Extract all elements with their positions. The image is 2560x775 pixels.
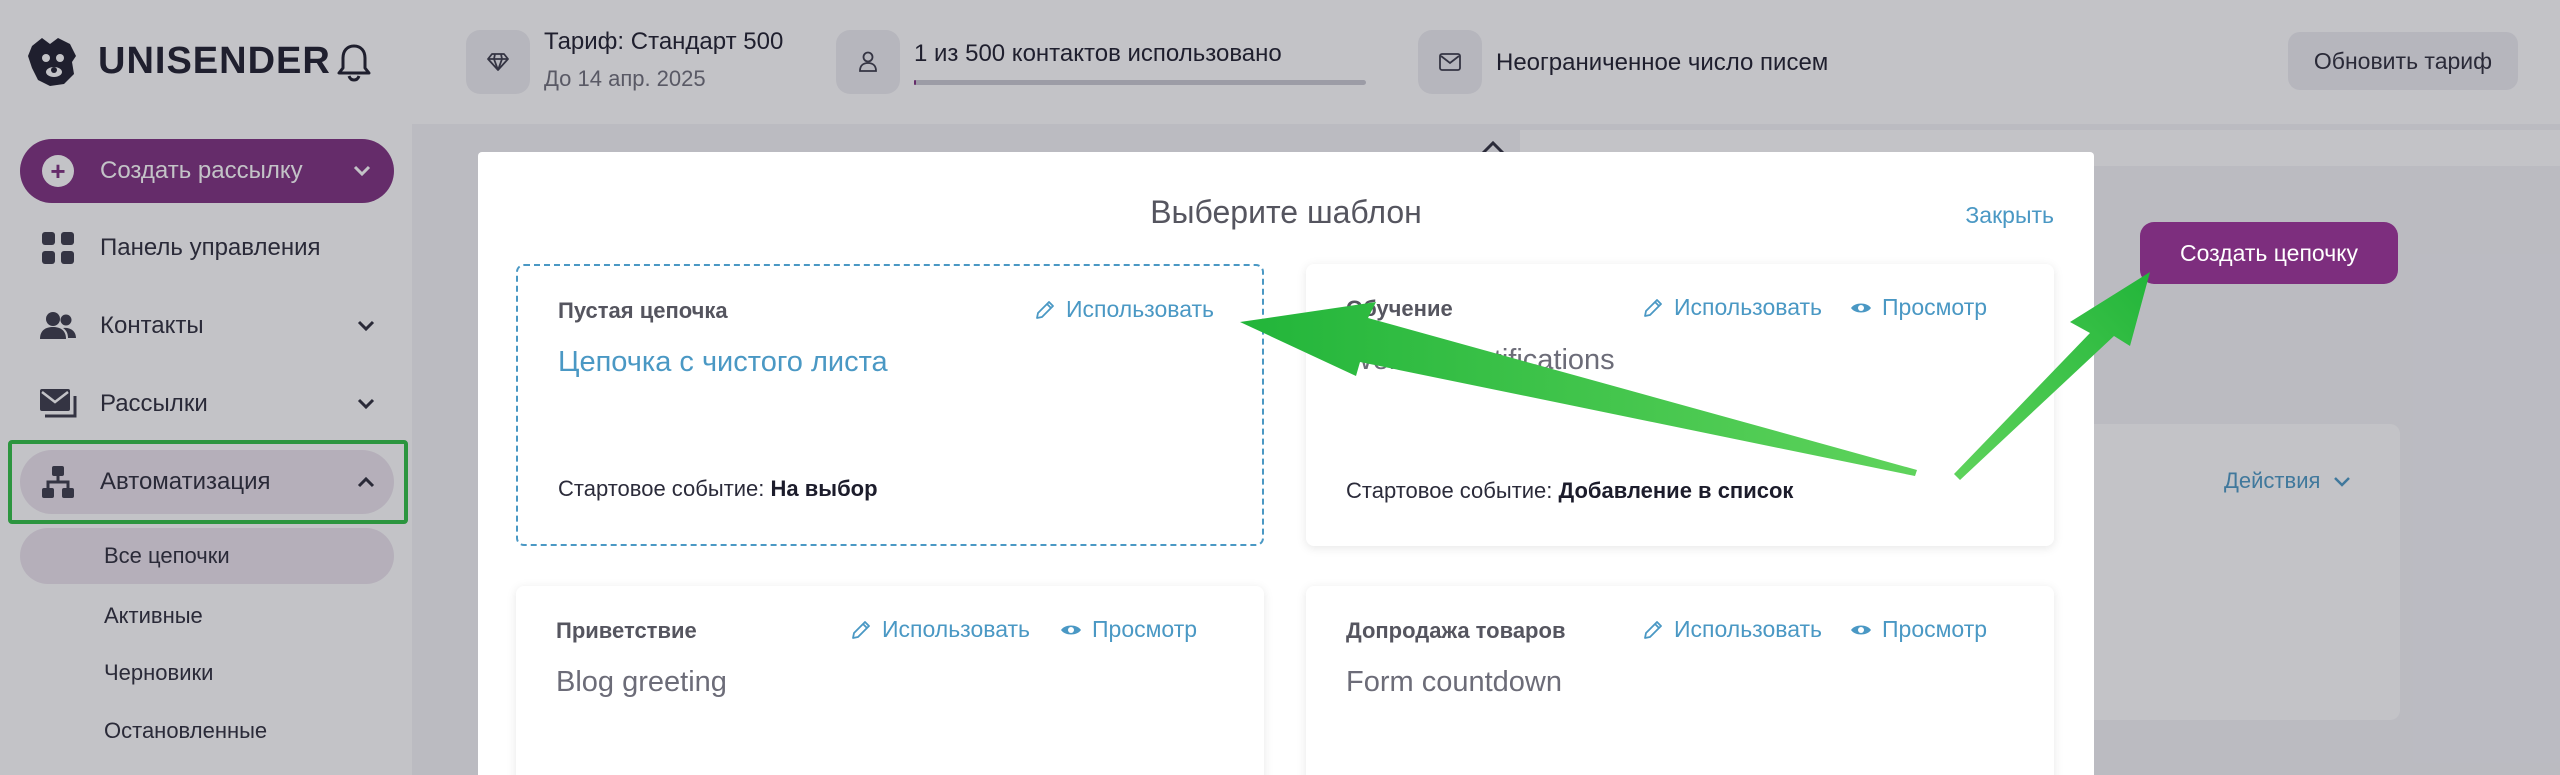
event-prefix: Стартовое событие:	[1346, 478, 1553, 503]
card-title: Webinar notifications	[1346, 344, 1615, 376]
card-title[interactable]: Цепочка с чистого листа	[558, 346, 888, 379]
use-label: Использовать	[882, 616, 1031, 642]
use-template-button[interactable]: Использовать	[1642, 294, 1822, 321]
preview-template-button[interactable]: Просмотр	[1850, 616, 1987, 643]
template-card-empty[interactable]: Пустая цепочка Использовать Цепочка с чи…	[516, 264, 1264, 546]
use-template-button[interactable]: Использовать	[1034, 296, 1214, 323]
eye-icon	[1061, 625, 1081, 634]
use-label: Использовать	[1674, 616, 1823, 642]
preview-label: Просмотр	[1882, 294, 1988, 320]
card-start-event: Стартовое событие: Добавление в список	[1346, 478, 1793, 504]
card-title: Blog greeting	[556, 666, 727, 698]
template-card-upsell[interactable]: Допродажа товаров Использовать Просмотр …	[1306, 586, 2054, 775]
modal-title: Выберите шаблон	[1150, 194, 1422, 230]
card-start-event: Стартовое событие: На выбор	[558, 476, 878, 502]
use-template-button[interactable]: Использовать	[850, 616, 1030, 643]
event-value: На выбор	[770, 476, 878, 501]
card-label: Приветствие	[556, 618, 697, 643]
create-chain-button[interactable]: Создать цепочку	[2140, 222, 2398, 284]
close-button[interactable]: Закрыть	[1965, 202, 2054, 229]
preview-label: Просмотр	[1092, 616, 1198, 642]
pencil-icon	[852, 620, 870, 639]
card-title: Form countdown	[1346, 666, 1562, 698]
card-label: Пустая цепочка	[558, 298, 728, 323]
pencil-icon	[1644, 298, 1662, 317]
preview-template-button[interactable]: Просмотр	[1060, 616, 1197, 643]
pencil-icon	[1644, 620, 1662, 639]
pencil-icon	[1036, 300, 1054, 319]
use-template-button[interactable]: Использовать	[1642, 616, 1822, 643]
template-card-training[interactable]: Обучение Использовать Просмотр Webinar n…	[1306, 264, 2054, 546]
preview-template-button[interactable]: Просмотр	[1850, 294, 1987, 321]
event-value: Добавление в список	[1558, 478, 1794, 503]
event-prefix: Стартовое событие:	[558, 476, 765, 501]
card-label: Обучение	[1346, 296, 1453, 321]
use-label: Использовать	[1066, 296, 1215, 322]
template-card-greeting[interactable]: Приветствие Использовать Просмотр Blog g…	[516, 586, 1264, 775]
card-label: Допродажа товаров	[1346, 618, 1566, 643]
eye-icon	[1851, 625, 1871, 634]
template-modal: Выберите шаблон Закрыть Пустая цепочка И…	[478, 152, 2094, 775]
eye-icon	[1851, 303, 1871, 312]
preview-label: Просмотр	[1882, 616, 1988, 642]
use-label: Использовать	[1674, 294, 1823, 320]
